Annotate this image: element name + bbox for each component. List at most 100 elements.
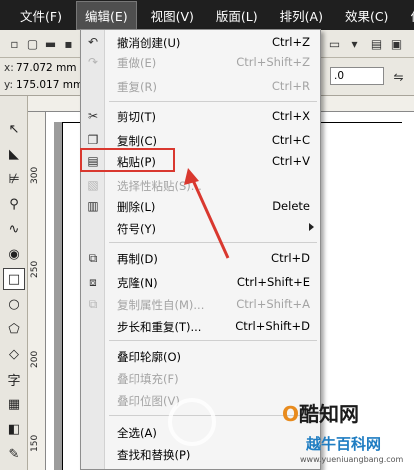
new-icon[interactable]: ▫ bbox=[6, 35, 23, 52]
y-label: y: bbox=[4, 79, 13, 91]
menu-item-overprint-outline[interactable]: 叠印轮廓(O) bbox=[81, 346, 320, 366]
menu-item-cut[interactable]: ✂ 剪切(T) Ctrl+X bbox=[81, 106, 320, 126]
polygon-tool-icon[interactable]: ⬠ bbox=[3, 318, 25, 340]
ruler-tick-300: 300 bbox=[30, 166, 40, 184]
menu-item-shortcut: Ctrl+D bbox=[271, 251, 310, 265]
menu-item-shortcut: Ctrl+Shift+D bbox=[235, 319, 310, 333]
vertical-ruler: 300 250 200 150 bbox=[28, 112, 46, 470]
menu-item-shortcut: Delete bbox=[272, 199, 310, 213]
eyedropper-tool-icon[interactable]: ✎ bbox=[3, 443, 25, 465]
menu-item-label: 查找和替换(P) bbox=[117, 448, 191, 462]
menu-file[interactable]: 文件(F) bbox=[12, 2, 70, 29]
menu-item-label: 重做(E) bbox=[117, 56, 157, 70]
menu-item-label: 符号(Y) bbox=[117, 222, 156, 236]
watermark-brand-mark: O bbox=[282, 402, 300, 426]
pick-tool-icon[interactable]: ↖ bbox=[3, 118, 25, 140]
menu-item-label: 剪切(T) bbox=[117, 110, 156, 124]
smart-fill-tool-icon[interactable]: ◉ bbox=[3, 243, 25, 265]
cut-icon: ✂ bbox=[87, 109, 99, 123]
menu-item-shortcut: Ctrl+R bbox=[271, 79, 310, 93]
menu-bar: 文件(F) 编辑(E) 视图(V) 版面(L) 排列(A) 效果(C) 位 bbox=[0, 0, 414, 30]
dropdown-arrow-icon[interactable]: ▾ bbox=[346, 35, 363, 52]
menu-layout[interactable]: 版面(L) bbox=[208, 2, 266, 29]
menu-arrange[interactable]: 排列(A) bbox=[272, 2, 331, 29]
menu-item-copy-properties[interactable]: ⧉ 复制属性自(M)... Ctrl+Shift+A bbox=[81, 294, 320, 314]
ellipse-tool-icon[interactable]: ○ bbox=[3, 293, 25, 315]
page-shadow bbox=[54, 122, 62, 470]
menu-item-clone[interactable]: ⧈ 克隆(N) Ctrl+Shift+E bbox=[81, 272, 320, 292]
interactive-tool-icon[interactable]: ◧ bbox=[3, 418, 25, 440]
menu-item-label: 叠印位图(V) bbox=[117, 394, 180, 408]
menu-item-shortcut: Ctrl+Shift+A bbox=[236, 297, 310, 311]
text-tool-icon[interactable]: 字 bbox=[3, 368, 25, 390]
zoom-icon[interactable]: ▭ bbox=[326, 35, 343, 52]
copy-properties-icon: ⧉ bbox=[88, 296, 98, 311]
options-icon[interactable]: ▤ bbox=[368, 35, 385, 52]
menu-item-label: 再制(D) bbox=[117, 252, 158, 266]
menu-item-find-replace[interactable]: 查找和替换(P) bbox=[81, 444, 320, 464]
save-icon[interactable]: ▪ bbox=[60, 35, 77, 52]
menu-item-label: 删除(L) bbox=[117, 200, 156, 214]
shape-tool-icon[interactable]: ◣ bbox=[3, 143, 25, 165]
freehand-tool-icon[interactable]: ∿ bbox=[3, 218, 25, 240]
clone-icon: ⧈ bbox=[89, 274, 97, 289]
watermark-site-name: 越牛百科网 bbox=[306, 435, 382, 453]
watermark-circle bbox=[168, 398, 216, 446]
menu-item-shortcut: Ctrl+X bbox=[272, 109, 310, 123]
zoom-tool-icon[interactable]: ⚲ bbox=[3, 193, 25, 215]
undo-icon: ↶ bbox=[87, 35, 99, 49]
menu-item-label: 复制(C) bbox=[117, 134, 158, 148]
watermark-brand-text: 酷知网 bbox=[299, 402, 360, 426]
ruler-tick-200: 200 bbox=[30, 350, 40, 368]
menu-item-symbol[interactable]: 符号(Y) bbox=[81, 218, 320, 238]
menu-separator bbox=[109, 242, 317, 243]
redo-icon: ↷ bbox=[87, 55, 99, 69]
menu-view[interactable]: 视图(V) bbox=[143, 2, 202, 29]
menu-effects[interactable]: 效果(C) bbox=[337, 2, 396, 29]
menu-item-label: 重复(R) bbox=[117, 80, 157, 94]
basic-shapes-tool-icon[interactable]: ◇ bbox=[3, 343, 25, 365]
launch-icon[interactable]: ▣ bbox=[388, 35, 405, 52]
submenu-arrow-icon bbox=[309, 223, 314, 231]
ruler-tick-250: 250 bbox=[30, 260, 40, 278]
menu-item-label: 步长和重复(T)... bbox=[117, 320, 202, 334]
ruler-tick-150: 150 bbox=[30, 434, 40, 452]
menu-item-delete[interactable]: ▥ 删除(L) Delete bbox=[81, 196, 320, 216]
menu-item-label: 复制属性自(M)... bbox=[117, 298, 205, 312]
table-tool-icon[interactable]: ▦ bbox=[3, 393, 25, 415]
menu-item-label: 全选(A) bbox=[117, 426, 157, 440]
copy-icon: ❐ bbox=[87, 133, 99, 147]
mirror-icon[interactable]: ⇋ bbox=[390, 68, 407, 85]
menu-item-shortcut: Ctrl+C bbox=[271, 133, 310, 147]
angle-field[interactable]: .0 bbox=[330, 67, 384, 85]
new-document-icon[interactable]: ▢ bbox=[24, 35, 41, 52]
x-value: 77.072 mm bbox=[16, 62, 77, 74]
toolbox: ↖ ◣ ⊭ ⚲ ∿ ◉ □ ○ ⬠ ◇ 字 ▦ ◧ ✎ bbox=[0, 96, 28, 470]
rectangle-tool-icon[interactable]: □ bbox=[3, 268, 25, 290]
menu-item-overprint-fill[interactable]: 叠印填充(F) bbox=[81, 368, 320, 388]
menu-item-shortcut: Ctrl+V bbox=[272, 154, 310, 168]
menu-separator bbox=[109, 101, 317, 102]
menu-separator bbox=[109, 340, 317, 341]
menu-item-redo[interactable]: ↷ 重做(E) Ctrl+Shift+Z bbox=[81, 52, 320, 72]
menu-edit[interactable]: 编辑(E) bbox=[75, 0, 137, 30]
menu-item-copy[interactable]: ❐ 复制(C) Ctrl+C bbox=[81, 130, 320, 150]
menu-item-undo[interactable]: ↶ 撤消创建(U) Ctrl+Z bbox=[81, 32, 320, 52]
x-label: x: bbox=[4, 62, 14, 74]
x-coordinate: x: 77.072 mm bbox=[4, 62, 77, 74]
watermark-site-url: www.yueniuangbang.com bbox=[300, 455, 404, 464]
menu-item-duplicate[interactable]: ⧉ 再制(D) Ctrl+D bbox=[81, 248, 320, 268]
menu-item-label: 叠印轮廓(O) bbox=[117, 350, 182, 364]
trash-icon: ▥ bbox=[87, 199, 99, 213]
paste-special-icon: ▧ bbox=[87, 178, 99, 192]
menu-item-label: 选择性粘贴(S)... bbox=[117, 179, 202, 193]
open-icon[interactable]: ▬ bbox=[42, 35, 59, 52]
menu-bitmaps[interactable]: 位 bbox=[402, 2, 414, 29]
y-value: 175.017 mm bbox=[16, 79, 84, 91]
menu-item-paste-special[interactable]: ▧ 选择性粘贴(S)... bbox=[81, 175, 320, 195]
y-coordinate: y: 175.017 mm bbox=[4, 79, 83, 91]
menu-item-repeat[interactable]: 重复(R) Ctrl+R bbox=[81, 76, 320, 96]
crop-tool-icon[interactable]: ⊭ bbox=[3, 168, 25, 190]
highlight-box bbox=[80, 148, 175, 172]
menu-item-step-repeat[interactable]: 步长和重复(T)... Ctrl+Shift+D bbox=[81, 316, 320, 336]
